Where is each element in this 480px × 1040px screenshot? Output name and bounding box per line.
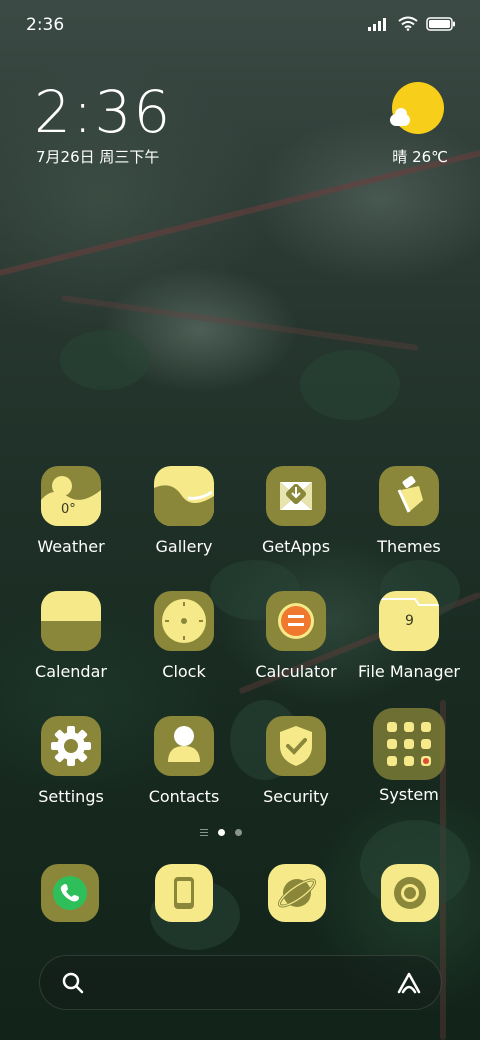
page-dot-active <box>218 829 225 836</box>
dock-browser-app[interactable] <box>268 864 326 922</box>
signal-icon <box>368 17 386 31</box>
weather-icon-badge: 0° <box>61 502 76 517</box>
app-label: Calculator <box>255 662 337 681</box>
app-label: Weather <box>37 537 105 556</box>
search-bar[interactable] <box>39 955 442 1010</box>
page-dot <box>235 829 242 836</box>
clock-widget-time[interactable]: 2:36 <box>34 78 172 146</box>
app-label: Themes <box>377 537 441 556</box>
search-icon <box>62 972 84 994</box>
getapps-icon <box>266 466 326 526</box>
app-security[interactable]: Security <box>238 716 354 806</box>
app-label: Gallery <box>155 537 213 556</box>
dock-phone-app[interactable] <box>41 864 99 922</box>
weather-summary: 晴 26℃ <box>392 148 448 166</box>
calculator-icon <box>266 591 326 651</box>
app-label: Calendar <box>35 662 107 681</box>
app-label: Security <box>263 787 329 806</box>
app-weather[interactable]: 0° Weather <box>13 466 129 556</box>
file-manager-badge: 9 <box>405 613 414 629</box>
browser-icon <box>277 878 317 908</box>
app-settings[interactable]: Settings <box>13 716 129 806</box>
assistant-icon[interactable] <box>395 970 423 996</box>
wallpaper-leaf <box>60 330 150 390</box>
calendar-icon <box>41 591 101 651</box>
clock-widget-date: 7月26日 周三下午 <box>36 148 160 166</box>
app-label: Clock <box>162 662 206 681</box>
app-calendar[interactable]: Calendar <box>13 591 129 681</box>
app-label: Settings <box>38 787 104 806</box>
app-gallery[interactable]: Gallery <box>126 466 242 556</box>
system-folder-icon <box>373 708 445 780</box>
status-time: 2:36 <box>26 15 65 35</box>
app-file-manager[interactable]: 9 File Manager <box>351 591 467 681</box>
app-contacts[interactable]: Contacts <box>126 716 242 806</box>
page-indicator[interactable] <box>200 829 242 836</box>
camera-icon <box>394 877 426 909</box>
wallpaper-leaf <box>300 350 400 420</box>
weather-widget[interactable]: 晴 26℃ <box>384 82 448 168</box>
gallery-icon <box>154 466 214 526</box>
app-themes[interactable]: Themes <box>351 466 467 556</box>
dock-camera-app[interactable] <box>381 864 439 922</box>
messages-icon <box>174 877 194 909</box>
app-label: GetApps <box>261 537 331 556</box>
battery-icon <box>426 16 455 31</box>
contacts-icon <box>154 716 214 776</box>
clock-icon <box>154 591 214 651</box>
weather-icon: 0° <box>41 466 101 526</box>
cloud-icon <box>390 108 410 126</box>
settings-gear-icon <box>41 716 101 776</box>
app-list-indicator-icon <box>200 829 208 836</box>
file-manager-icon: 9 <box>379 591 439 651</box>
status-bar: 2:36 <box>0 0 480 50</box>
phone-icon <box>53 876 87 910</box>
themes-icon <box>379 466 439 526</box>
status-icons <box>368 16 456 31</box>
wifi-icon <box>398 16 418 31</box>
app-clock[interactable]: Clock <box>126 591 242 681</box>
app-label: Contacts <box>148 787 220 806</box>
app-getapps[interactable]: GetApps <box>238 466 354 556</box>
app-calculator[interactable]: Calculator <box>238 591 354 681</box>
security-shield-icon <box>266 716 326 776</box>
app-system[interactable]: System <box>351 708 467 804</box>
app-label: System <box>379 785 439 804</box>
dock-messages-app[interactable] <box>155 864 213 922</box>
app-label: File Manager <box>358 662 460 681</box>
